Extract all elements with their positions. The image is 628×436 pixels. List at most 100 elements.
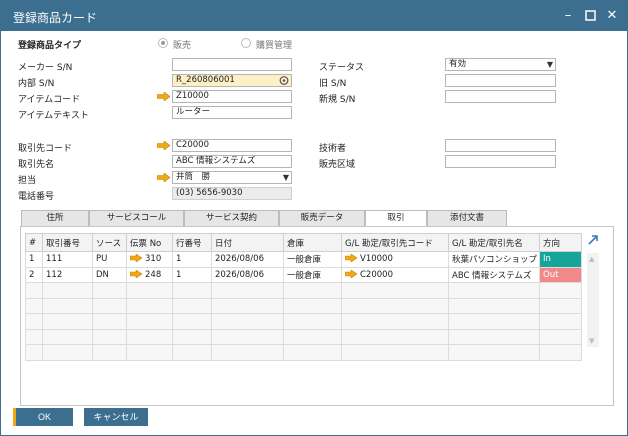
maximize-icon[interactable] bbox=[581, 7, 599, 25]
tab-service-contracts[interactable]: サービス契約 bbox=[184, 210, 279, 226]
status-select[interactable]: 有効 ▼ bbox=[445, 58, 556, 71]
item-code-label: アイテムコード bbox=[18, 95, 81, 105]
transactions-table: # 取引番号 ソース 伝票 No 行番号 日付 倉庫 G/L 勘定/取引先コード… bbox=[25, 233, 582, 361]
trans-no: 111 bbox=[42, 251, 93, 268]
direction-badge: Out bbox=[539, 266, 582, 283]
warehouse: 一般倉庫 bbox=[283, 251, 342, 268]
source: PU bbox=[92, 251, 127, 268]
col-header-gl-code[interactable]: G/L 勘定/取引先コード bbox=[341, 233, 449, 252]
col-header-date[interactable]: 日付 bbox=[211, 233, 284, 252]
cancel-button[interactable]: キャンセル bbox=[84, 408, 148, 426]
territory-field[interactable] bbox=[445, 155, 556, 168]
date: 2026/08/06 bbox=[211, 251, 284, 268]
scroll-down-icon[interactable]: ▼ bbox=[589, 337, 594, 345]
warehouse: 一般倉庫 bbox=[283, 266, 342, 283]
tab-bar: 住所 サービスコール サービス契約 販売データ 取引 添付文書 bbox=[21, 210, 611, 227]
table-row[interactable]: 1 111 PU 310 1 2026/08/06 一般倉庫 V10000 秋葉… bbox=[25, 251, 582, 268]
tab-sales-data[interactable]: 販売データ bbox=[279, 210, 365, 226]
item-text-label: アイテムテキスト bbox=[18, 111, 89, 121]
registered-item-card-window: 登録商品カード – ✕ 登録商品タイプ 販売 購買管理 メーカー S/N 内部 … bbox=[0, 0, 628, 436]
expand-icon[interactable] bbox=[587, 234, 599, 249]
empty-row bbox=[25, 297, 582, 314]
bp-name-field[interactable]: ABC 情報システムズ bbox=[172, 155, 292, 168]
line-no: 1 bbox=[172, 266, 212, 283]
item-code-field[interactable]: Z10000 bbox=[172, 90, 292, 103]
empty-row bbox=[25, 282, 582, 299]
radio-purchasing[interactable] bbox=[241, 38, 251, 48]
col-header-direction[interactable]: 方向 bbox=[539, 233, 582, 252]
internal-sn-value: R_260806001 bbox=[176, 75, 235, 85]
item-text-field[interactable]: ルーター bbox=[172, 106, 292, 119]
technician-label: 技術者 bbox=[319, 144, 347, 154]
scroll-up-icon[interactable]: ▲ bbox=[589, 255, 594, 263]
empty-row bbox=[25, 344, 582, 361]
ok-button[interactable]: OK bbox=[13, 408, 73, 426]
col-header-warehouse[interactable]: 倉庫 bbox=[283, 233, 342, 252]
vertical-scrollbar[interactable]: ▲ ▼ bbox=[587, 253, 599, 347]
doc-no-cell: 248 bbox=[126, 266, 173, 283]
status-label: ステータス bbox=[319, 63, 365, 73]
close-icon[interactable]: ✕ bbox=[603, 7, 621, 25]
line-no: 1 bbox=[172, 251, 212, 268]
internal-sn-label: 内部 S/N bbox=[18, 79, 55, 89]
gl-code-cell: V10000 bbox=[341, 251, 449, 268]
item-type-label: 登録商品タイプ bbox=[18, 41, 82, 51]
col-header-line-no[interactable]: 行番号 bbox=[172, 233, 212, 252]
gl-code: V10000 bbox=[360, 254, 393, 265]
empty-row bbox=[25, 313, 582, 330]
link-arrow-icon[interactable] bbox=[130, 269, 142, 278]
link-arrow-icon[interactable] bbox=[157, 92, 170, 101]
gl-name: 秋葉パソコンショップ bbox=[448, 251, 540, 268]
phone-label: 電話番号 bbox=[18, 192, 55, 202]
manufacturer-sn-field[interactable] bbox=[172, 58, 292, 71]
empty-row bbox=[25, 328, 582, 345]
bp-code-field[interactable]: C20000 bbox=[172, 139, 292, 152]
new-sn-label: 新規 S/N bbox=[319, 95, 356, 105]
tab-attachments[interactable]: 添付文書 bbox=[427, 210, 507, 226]
technician-field[interactable] bbox=[445, 139, 556, 152]
col-header-num[interactable]: # bbox=[25, 233, 43, 252]
col-header-doc-no[interactable]: 伝票 No bbox=[126, 233, 173, 252]
date: 2026/08/06 bbox=[211, 266, 284, 283]
link-arrow-icon[interactable] bbox=[345, 254, 357, 263]
link-arrow-icon[interactable] bbox=[345, 269, 357, 278]
tab-address[interactable]: 住所 bbox=[21, 210, 89, 226]
direction-badge: In bbox=[539, 251, 582, 268]
table-row[interactable]: 2 112 DN 248 1 2026/08/06 一般倉庫 C20000 AB… bbox=[25, 266, 582, 283]
territory-label: 販売区域 bbox=[319, 160, 356, 170]
link-arrow-icon[interactable] bbox=[157, 141, 170, 150]
col-header-gl-name[interactable]: G/L 勘定/取引先名 bbox=[448, 233, 540, 252]
contact-select[interactable]: 井筒 勝 ▼ bbox=[172, 171, 292, 184]
gl-code-cell: C20000 bbox=[341, 266, 449, 283]
link-arrow-icon[interactable] bbox=[157, 173, 170, 182]
contact-label: 担当 bbox=[18, 176, 37, 186]
manufacturer-sn-label: メーカー S/N bbox=[18, 63, 73, 73]
col-header-trans-no[interactable]: 取引番号 bbox=[42, 233, 93, 252]
status-value: 有効 bbox=[449, 59, 467, 69]
minimize-icon[interactable]: – bbox=[559, 7, 577, 25]
link-arrow-icon[interactable] bbox=[130, 254, 142, 263]
doc-no-cell: 310 bbox=[126, 251, 173, 268]
internal-sn-field[interactable]: R_260806001 bbox=[172, 74, 292, 87]
window-title: 登録商品カード bbox=[13, 11, 98, 25]
phone-field: (03) 5656-9030 bbox=[172, 187, 292, 200]
lookup-icon[interactable] bbox=[279, 75, 289, 86]
gl-code: C20000 bbox=[360, 269, 393, 280]
source: DN bbox=[92, 266, 127, 283]
tab-transactions[interactable]: 取引 bbox=[365, 210, 427, 227]
col-header-source[interactable]: ソース bbox=[92, 233, 127, 252]
title-bar: 登録商品カード – ✕ bbox=[1, 1, 627, 31]
old-sn-field[interactable] bbox=[445, 74, 556, 87]
radio-sales[interactable] bbox=[158, 38, 168, 48]
chevron-down-icon: ▼ bbox=[546, 60, 553, 69]
doc-no: 248 bbox=[145, 269, 162, 280]
tab-service-calls[interactable]: サービスコール bbox=[89, 210, 184, 226]
bp-code-label: 取引先コード bbox=[18, 144, 73, 154]
new-sn-field[interactable] bbox=[445, 90, 556, 103]
trans-no: 112 bbox=[42, 266, 93, 283]
doc-no: 310 bbox=[145, 254, 162, 265]
chevron-down-icon: ▼ bbox=[282, 173, 289, 182]
gl-name: ABC 情報システムズ bbox=[448, 266, 540, 283]
transactions-panel: # 取引番号 ソース 伝票 No 行番号 日付 倉庫 G/L 勘定/取引先コード… bbox=[20, 226, 614, 406]
row-num: 2 bbox=[25, 266, 43, 283]
